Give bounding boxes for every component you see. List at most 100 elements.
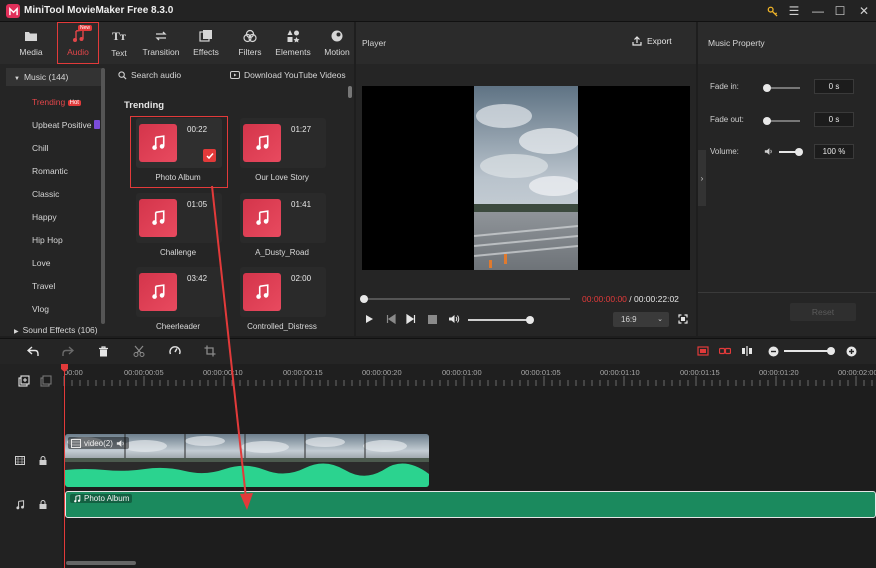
- lock-icon[interactable]: [39, 456, 49, 466]
- collapse-panel-handle[interactable]: ›: [698, 150, 706, 206]
- search-audio-button[interactable]: Search audio: [131, 70, 181, 80]
- category-trending[interactable]: Trending Hot: [6, 93, 104, 111]
- category-music[interactable]: ▼ Music (144): [6, 68, 104, 86]
- ruler-tick-label: 00:00:00:20: [362, 368, 402, 377]
- volume-icon[interactable]: [448, 314, 460, 324]
- fade-in-slider[interactable]: [766, 87, 800, 89]
- copy-track-icon[interactable]: [40, 375, 52, 387]
- track-card-a-dusty-road[interactable]: 01:41: [240, 193, 326, 243]
- music-volume-handle[interactable]: [795, 148, 803, 156]
- zoom-in-icon[interactable]: [844, 344, 858, 358]
- undo-icon[interactable]: [26, 344, 40, 358]
- crop-icon[interactable]: [203, 344, 217, 358]
- playback-progress-track[interactable]: [364, 298, 570, 300]
- audio-clip-label-box: Photo Album: [70, 494, 133, 503]
- category-chill[interactable]: Chill: [6, 139, 104, 157]
- fade-in-value[interactable]: 0 s: [814, 79, 854, 94]
- fullscreen-icon[interactable]: [678, 314, 688, 324]
- video-clip-label-box: video(2): [68, 437, 129, 449]
- folder-icon: [25, 32, 37, 41]
- chevron-down-icon: ▼: [14, 76, 20, 82]
- video-clip[interactable]: video(2): [65, 434, 429, 487]
- split-scissors-icon[interactable]: [132, 344, 146, 358]
- tab-motion[interactable]: Motion: [316, 22, 358, 64]
- category-love[interactable]: Love: [6, 254, 104, 272]
- reset-button[interactable]: Reset: [790, 303, 856, 321]
- download-youtube-row[interactable]: Download YouTube Videos: [230, 70, 346, 80]
- category-vlog[interactable]: Vlog: [6, 300, 104, 318]
- track-card-challenge[interactable]: 01:05: [136, 193, 222, 243]
- total-time: / 00:00:22:02: [626, 294, 679, 304]
- track-headers: [0, 364, 62, 568]
- category-scrollbar[interactable]: [101, 68, 105, 324]
- hot-badge: Hot: [67, 100, 81, 106]
- key-icon[interactable]: [764, 3, 780, 19]
- tab-elements[interactable]: Elements: [272, 22, 314, 64]
- transition-icon: [155, 31, 167, 41]
- music-note-icon: [74, 494, 81, 502]
- next-frame-icon[interactable]: [406, 313, 416, 325]
- menu-icon[interactable]: ☰: [786, 3, 802, 19]
- speed-icon[interactable]: [168, 344, 182, 358]
- audio-clip-photo-album[interactable]: Photo Album: [65, 491, 876, 518]
- track-name: Our Love Story: [255, 173, 309, 182]
- fade-out-value[interactable]: 0 s: [814, 112, 854, 127]
- checkmark-icon[interactable]: [203, 149, 216, 162]
- close-icon[interactable]: ✕: [856, 3, 872, 19]
- stop-icon[interactable]: [428, 315, 437, 324]
- track-card-controlled-distress[interactable]: 02:00: [240, 267, 326, 317]
- delete-icon[interactable]: [96, 344, 110, 358]
- fade-out-handle[interactable]: [763, 117, 771, 125]
- tab-effects[interactable]: Effects: [185, 22, 227, 64]
- music-note-icon: [73, 29, 84, 42]
- category-upbeat-positive[interactable]: Upbeat Positive: [6, 116, 104, 134]
- playback-progress-handle[interactable]: [360, 295, 368, 303]
- category-classic[interactable]: Classic: [6, 185, 104, 203]
- category-happy[interactable]: Happy: [6, 208, 104, 226]
- music-property-title: Music Property: [708, 38, 765, 48]
- timeline-horizontal-scrollbar[interactable]: [66, 561, 136, 565]
- ruler-tick-label: 00:00:01:05: [521, 368, 561, 377]
- category-romantic[interactable]: Romantic: [6, 162, 104, 180]
- link-clips-icon[interactable]: [718, 344, 732, 358]
- maximize-icon[interactable]: ☐: [832, 3, 848, 19]
- fade-out-label: Fade out:: [710, 115, 744, 124]
- zoom-slider-track[interactable]: [784, 350, 832, 352]
- tab-text[interactable]: Tт Text: [98, 22, 140, 64]
- player-volume-handle[interactable]: [526, 316, 534, 324]
- category-hip-hop[interactable]: Hip Hop: [6, 231, 104, 249]
- media-scrollbar[interactable]: [348, 86, 352, 98]
- track-card-our-love-story[interactable]: 01:27: [240, 118, 326, 168]
- zoom-out-icon[interactable]: [766, 344, 780, 358]
- snap-icon[interactable]: [740, 344, 754, 358]
- track-card-cheerleader[interactable]: 03:42: [136, 267, 222, 317]
- tab-media[interactable]: Media: [10, 22, 52, 64]
- add-track-icon[interactable]: [18, 375, 30, 387]
- aspect-ratio-select[interactable]: 16:9 ⌄: [613, 312, 669, 327]
- track-name: A_Dusty_Road: [255, 248, 309, 257]
- export-button[interactable]: Export: [632, 36, 672, 46]
- volume-value[interactable]: 100 %: [814, 144, 854, 159]
- category-travel[interactable]: Travel: [6, 277, 104, 295]
- chevron-down-icon: ⌄: [657, 316, 663, 323]
- player-volume-track[interactable]: [468, 319, 530, 321]
- tab-filters[interactable]: Filters: [229, 22, 271, 64]
- aspect-ratio-value: 16:9: [621, 315, 637, 324]
- play-icon[interactable]: [364, 314, 374, 324]
- fade-out-slider[interactable]: [766, 120, 800, 122]
- track-name: Cheerleader: [155, 322, 201, 331]
- time-ruler[interactable]: 00:00 00:00:00:05 00:00:00:10 00:00:00:1…: [62, 364, 876, 386]
- export-label: Export: [647, 36, 672, 46]
- previous-frame-icon[interactable]: [386, 313, 396, 325]
- playhead[interactable]: [64, 364, 65, 568]
- fade-in-handle[interactable]: [763, 84, 771, 92]
- zoom-slider-handle[interactable]: [827, 347, 835, 355]
- redo-icon[interactable]: [61, 344, 75, 358]
- app-logo-icon: [6, 4, 20, 18]
- auto-fit-red-icon[interactable]: [696, 344, 710, 358]
- lock-icon[interactable]: [39, 500, 49, 510]
- minimize-icon[interactable]: —: [810, 3, 826, 19]
- category-sound-effects[interactable]: ▶ Sound Effects (106): [6, 321, 104, 339]
- playhead-handle[interactable]: [61, 364, 68, 372]
- tab-transition[interactable]: Transition: [140, 22, 182, 64]
